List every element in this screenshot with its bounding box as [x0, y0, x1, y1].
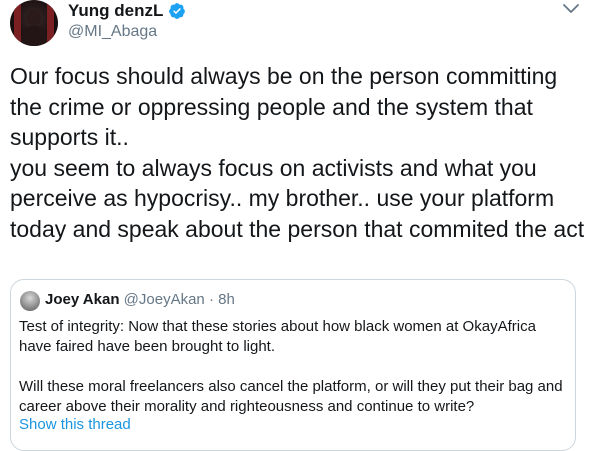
verified-badge-icon [168, 2, 186, 20]
quoted-tweet-header: Joey Akan @JoeyAkan · 8h [45, 291, 235, 308]
quoted-tweet-paragraph: Test of integrity: Now that these storie… [19, 318, 536, 355]
quoted-tweet-text: Test of integrity: Now that these storie… [19, 317, 567, 417]
chevron-down-icon[interactable] [562, 2, 580, 16]
quoted-author-handle: @JoeyAkan [123, 291, 205, 308]
quoted-tweet-card[interactable]: Joey Akan @JoeyAkan · 8h Test of integri… [10, 279, 576, 451]
show-thread-link[interactable]: Show this thread [19, 416, 131, 433]
quoted-tweet-paragraph: Will these moral freelancers also cancel… [19, 378, 563, 415]
author-handle[interactable]: @MI_Abaga [68, 23, 157, 41]
author-avatar[interactable] [10, 0, 58, 46]
quoted-author-avatar [20, 291, 40, 311]
quoted-tweet-time: · 8h [208, 291, 235, 308]
quoted-author-name: Joey Akan [45, 291, 120, 308]
author-display-name[interactable]: Yung denzL [68, 1, 163, 21]
author-name-row: Yung denzL [68, 1, 186, 21]
tweet-text: Our focus should always be on the person… [10, 63, 585, 242]
